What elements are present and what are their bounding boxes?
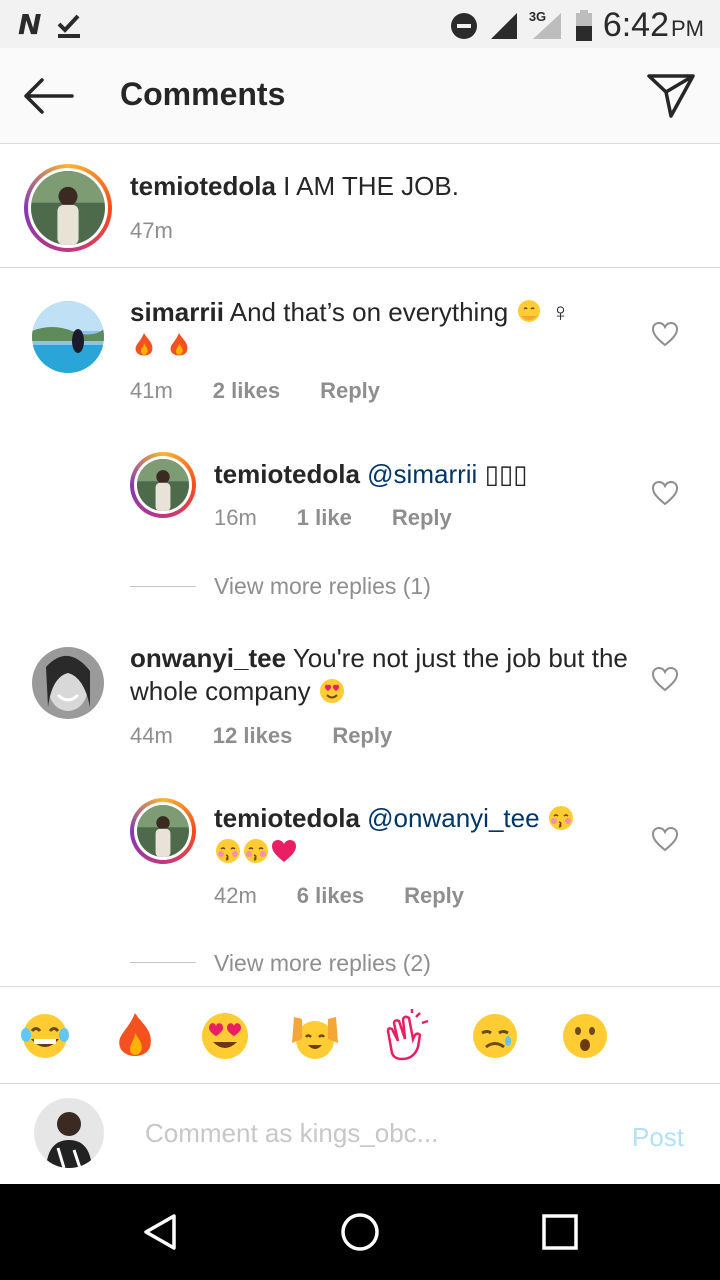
download-done-icon bbox=[58, 14, 81, 38]
fire-icon bbox=[170, 333, 188, 356]
comment-time: 42m bbox=[214, 883, 257, 908]
avatar-temiotedola[interactable] bbox=[130, 798, 196, 864]
comment-body: And that’s on everything bbox=[229, 297, 509, 327]
likes-count[interactable]: 6 likes bbox=[297, 883, 364, 909]
comment-input[interactable]: Comment as kings_obc... bbox=[145, 1118, 438, 1149]
raised-hands-emoji[interactable] bbox=[288, 1009, 342, 1063]
avatar-photo bbox=[31, 171, 105, 245]
comment-meta: 16m 1 like Reply bbox=[214, 505, 452, 531]
reply-button[interactable]: Reply bbox=[320, 378, 380, 404]
comments-list[interactable]: temiotedola I AM THE JOB. 47m simarrii A… bbox=[0, 144, 720, 986]
fire-emoji[interactable] bbox=[108, 1009, 162, 1063]
likes-count[interactable]: 1 like bbox=[297, 505, 352, 531]
signal-icon bbox=[490, 12, 517, 39]
clapping-hands-emoji[interactable] bbox=[378, 1009, 432, 1063]
comment-time: 41m bbox=[130, 378, 173, 403]
female-sign: ♀ bbox=[550, 297, 571, 327]
nav-home-icon[interactable] bbox=[338, 1210, 382, 1254]
avatar-temiotedola[interactable] bbox=[130, 452, 196, 518]
comment-time: 44m bbox=[130, 723, 173, 748]
caption-text: temiotedola I AM THE JOB. bbox=[130, 170, 690, 203]
caption-time: 47m bbox=[130, 218, 173, 243]
comment-text: temiotedola @onwanyi_tee bbox=[214, 802, 634, 868]
like-heart-icon[interactable] bbox=[651, 826, 679, 852]
likes-count[interactable]: 12 likes bbox=[213, 723, 293, 749]
current-user-avatar bbox=[34, 1098, 104, 1168]
back-arrow-icon[interactable] bbox=[22, 76, 74, 116]
unsupported-glyphs: ▯▯▯ bbox=[484, 459, 528, 489]
network-3g-icon: 3G bbox=[528, 8, 565, 41]
page-title: Comments bbox=[120, 76, 286, 112]
avatar-onwanyi-tee[interactable] bbox=[32, 647, 104, 719]
like-heart-icon[interactable] bbox=[651, 666, 679, 692]
view-more-replies[interactable]: View more replies (2) bbox=[214, 950, 431, 977]
comment-meta: 42m 6 likes Reply bbox=[214, 883, 464, 909]
likes-count[interactable]: 2 likes bbox=[213, 378, 280, 404]
mention-link[interactable]: @simarrii bbox=[367, 459, 477, 489]
header: Comments bbox=[0, 48, 720, 144]
reply-button[interactable]: Reply bbox=[392, 505, 452, 531]
mention-link[interactable]: @onwanyi_tee bbox=[367, 803, 539, 833]
heart-eyes-emoji[interactable] bbox=[198, 1009, 252, 1063]
comment-time: 16m bbox=[214, 505, 257, 530]
nav-recents-icon[interactable] bbox=[538, 1210, 582, 1254]
comment-username[interactable]: temiotedola bbox=[214, 459, 360, 489]
do-not-disturb-icon bbox=[450, 12, 477, 39]
like-heart-icon[interactable] bbox=[651, 480, 679, 506]
post-button[interactable]: Post bbox=[632, 1122, 684, 1153]
avatar-photo bbox=[137, 459, 189, 511]
notification-n-icon: N bbox=[18, 8, 41, 41]
view-more-replies[interactable]: View more replies (1) bbox=[214, 573, 431, 600]
divider bbox=[130, 586, 196, 587]
status-right: 3G 6:42PM bbox=[449, 6, 704, 45]
comment-input-bar: Comment as kings_obc... Post bbox=[0, 1084, 720, 1184]
comment-text: simarrii And that’s on everything ♀ bbox=[130, 296, 630, 362]
status-left: N bbox=[18, 8, 84, 41]
android-nav-bar bbox=[0, 1184, 720, 1280]
clock-ampm: PM bbox=[671, 16, 704, 41]
comment-meta: 44m 12 likes Reply bbox=[130, 723, 392, 749]
nav-back-icon[interactable] bbox=[138, 1210, 182, 1254]
caption: temiotedola I AM THE JOB. 47m bbox=[0, 144, 720, 268]
comment-username[interactable]: onwanyi_tee bbox=[130, 643, 286, 673]
avatar-photo bbox=[137, 805, 189, 857]
caption-meta: 47m bbox=[130, 218, 173, 244]
fire-icon bbox=[135, 333, 153, 356]
like-heart-icon[interactable] bbox=[651, 321, 679, 347]
laughing-tears-emoji[interactable] bbox=[18, 1009, 72, 1063]
comment-username[interactable]: simarrii bbox=[130, 297, 224, 327]
comment-username[interactable]: temiotedola bbox=[214, 803, 360, 833]
battery-icon bbox=[575, 9, 592, 41]
network-label: 3G bbox=[528, 8, 547, 24]
kissing-face-icon bbox=[548, 806, 573, 830]
comment-text: temiotedola @simarrii ▯▯▯ bbox=[214, 458, 634, 491]
emoji-quick-bar bbox=[0, 986, 720, 1084]
divider bbox=[130, 962, 196, 963]
caption-body: I AM THE JOB. bbox=[283, 171, 459, 201]
kissing-face-icon bbox=[244, 839, 268, 863]
clock-time: 6:42 bbox=[602, 6, 669, 44]
comment-text: onwanyi_tee You're not just the job but … bbox=[130, 642, 630, 708]
caption-username[interactable]: temiotedola bbox=[130, 171, 276, 201]
reply-button[interactable]: Reply bbox=[332, 723, 392, 749]
avatar-simarrii[interactable] bbox=[32, 301, 104, 373]
kissing-face-icon bbox=[216, 839, 240, 863]
status-bar: N 3G 6:42PM bbox=[0, 0, 720, 48]
crying-face-emoji[interactable] bbox=[468, 1009, 522, 1063]
avatar-temiotedola[interactable] bbox=[24, 164, 112, 252]
surprised-face-emoji[interactable] bbox=[558, 1009, 612, 1063]
hugging-face-icon bbox=[518, 300, 541, 322]
reply-button[interactable]: Reply bbox=[404, 883, 464, 909]
direct-send-icon[interactable] bbox=[646, 72, 696, 118]
comment-meta: 41m 2 likes Reply bbox=[130, 378, 380, 404]
pink-heart-icon bbox=[272, 840, 296, 862]
heart-eyes-icon bbox=[319, 679, 344, 703]
